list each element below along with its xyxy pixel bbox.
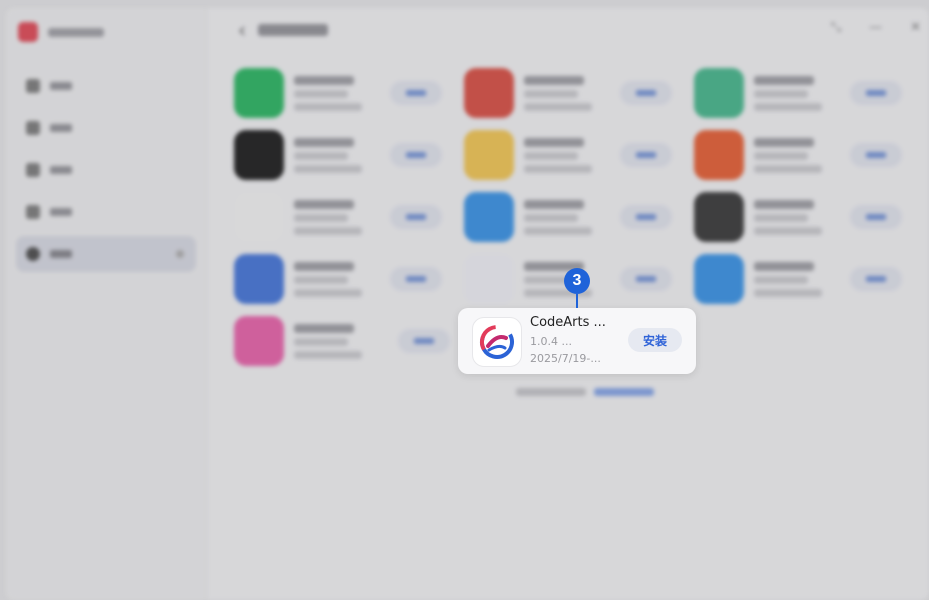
app-version: 1.0.4 ... xyxy=(530,335,572,348)
app-name: CodeArts ... xyxy=(530,315,606,330)
app-update-date: 2025/7/19-... xyxy=(530,352,601,365)
codearts-app-card[interactable]: CodeArts ... 1.0.4 ... 2025/7/19-... 安装 xyxy=(458,308,696,374)
callout-pointer-line xyxy=(576,294,578,308)
install-button[interactable]: 安装 xyxy=(628,328,682,352)
dim-overlay xyxy=(0,0,929,600)
step-callout-badge: 3 xyxy=(564,268,590,294)
codearts-logo-icon xyxy=(472,317,522,367)
